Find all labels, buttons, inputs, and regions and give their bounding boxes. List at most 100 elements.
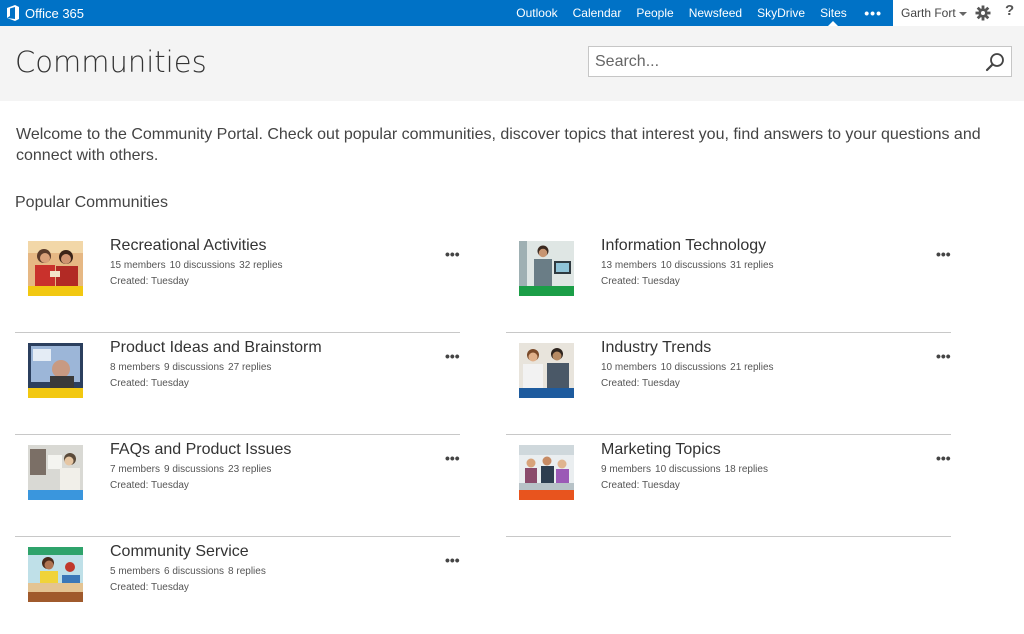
gear-icon[interactable]: [975, 5, 991, 21]
community-photo: [28, 241, 83, 286]
more-options-icon[interactable]: •••: [936, 247, 951, 261]
created-date: Created: Tuesday: [110, 480, 189, 491]
community-thumbnail[interactable]: [28, 445, 83, 500]
community-name[interactable]: Information Technology: [601, 237, 766, 255]
community-photo: [28, 445, 83, 490]
more-options-icon[interactable]: •••: [445, 247, 460, 261]
more-options-icon[interactable]: •••: [445, 451, 460, 465]
community-color-bar: [519, 388, 574, 398]
community-stats: 8 members 9 discussions 27 replies: [110, 362, 275, 373]
office365-brand[interactable]: Office 365: [6, 0, 84, 26]
discussions-count: 10 discussions: [660, 260, 727, 271]
community-stats: 13 members 10 discussions 31 replies: [601, 260, 778, 271]
community-name[interactable]: FAQs and Product Issues: [110, 441, 291, 459]
discussions-count: 9 discussions: [164, 464, 225, 475]
community-photo: [28, 343, 83, 388]
replies-count: 23 replies: [228, 464, 272, 475]
community-stats: 9 members 10 discussions 18 replies: [601, 464, 772, 475]
community-photo: [28, 547, 83, 592]
community-name[interactable]: Product Ideas and Brainstorm: [110, 339, 322, 357]
more-options-icon[interactable]: •••: [445, 553, 460, 567]
community-color-bar: [28, 490, 83, 500]
community-photo: [519, 241, 574, 286]
community-item-information-technology: Information Technology 13 members 10 disc…: [506, 232, 951, 333]
brand-label: Office 365: [25, 5, 85, 21]
replies-count: 32 replies: [239, 260, 283, 271]
discussions-count: 10 discussions: [169, 260, 236, 271]
community-photo: [519, 445, 574, 490]
community-thumbnail[interactable]: [519, 343, 574, 398]
replies-count: 8 replies: [228, 566, 266, 577]
help-icon[interactable]: ?: [1005, 2, 1014, 19]
discussions-count: 10 discussions: [660, 362, 727, 373]
created-date: Created: Tuesday: [110, 582, 189, 593]
community-item-recreational-activities: Recreational Activities 15 members 10 dis…: [15, 232, 460, 333]
discussions-count: 6 discussions: [164, 566, 225, 577]
page-header: Communities: [0, 26, 1024, 101]
nav-newsfeed[interactable]: Newsfeed: [681, 0, 749, 26]
replies-count: 31 replies: [730, 260, 774, 271]
community-color-bar: [519, 490, 574, 500]
user-area: Garth Fort ?: [893, 0, 1024, 26]
community-thumbnail[interactable]: [28, 241, 83, 296]
popular-communities-heading: Popular Communities: [15, 194, 168, 211]
created-date: Created: Tuesday: [601, 276, 680, 287]
discussions-count: 10 discussions: [655, 464, 721, 475]
members-count: 7 members: [110, 464, 161, 475]
members-count: 5 members: [110, 566, 161, 577]
community-name[interactable]: Recreational Activities: [110, 237, 267, 255]
community-color-bar: [519, 286, 574, 296]
replies-count: 18 replies: [724, 464, 768, 475]
search-icon[interactable]: [985, 52, 1005, 72]
community-stats: 7 members 9 discussions 23 replies: [110, 464, 275, 475]
community-stats: 5 members 6 discussions 8 replies: [110, 566, 270, 577]
more-options-icon[interactable]: •••: [445, 349, 460, 363]
suite-bar: Office 365 Outlook Calendar People Newsf…: [0, 0, 1024, 26]
community-thumbnail[interactable]: [28, 343, 83, 398]
created-date: Created: Tuesday: [601, 480, 680, 491]
nav-calendar[interactable]: Calendar: [565, 0, 629, 26]
community-stats: 10 members 10 discussions 21 replies: [601, 362, 778, 373]
nav-outlook[interactable]: Outlook: [509, 0, 565, 26]
discussions-count: 9 discussions: [164, 362, 225, 373]
community-stats: 15 members 10 discussions 32 replies: [110, 260, 287, 271]
more-options-icon[interactable]: •••: [936, 349, 951, 363]
more-options-icon[interactable]: •••: [936, 451, 951, 465]
replies-count: 21 replies: [730, 362, 774, 373]
members-count: 10 members: [601, 362, 657, 373]
community-thumbnail[interactable]: [519, 445, 574, 500]
community-item-community-service: Community Service 5 members 6 discussions…: [15, 538, 460, 634]
community-item-faqs: FAQs and Product Issues 7 members 9 discu…: [15, 436, 460, 537]
community-color-bar: [28, 388, 83, 398]
community-name[interactable]: Community Service: [110, 543, 249, 561]
community-item-industry-trends: Industry Trends 10 members 10 discussions…: [506, 334, 951, 435]
nav-more-icon[interactable]: •••: [854, 2, 892, 24]
search-box: [588, 46, 1012, 77]
members-count: 9 members: [601, 464, 652, 475]
community-item-product-ideas: Product Ideas and Brainstorm 8 members 9 …: [15, 334, 460, 435]
office-logo-icon: [7, 5, 19, 21]
created-date: Created: Tuesday: [110, 378, 189, 389]
top-navigation: Outlook Calendar People Newsfeed SkyDriv…: [509, 0, 892, 26]
members-count: 15 members: [110, 260, 166, 271]
community-name[interactable]: Industry Trends: [601, 339, 711, 357]
community-color-bar: [28, 286, 83, 296]
nav-skydrive[interactable]: SkyDrive: [750, 0, 813, 26]
nav-people[interactable]: People: [629, 0, 681, 26]
community-item-marketing-topics: Marketing Topics 9 members 10 discussions…: [506, 436, 951, 537]
page-title: Communities: [15, 45, 207, 79]
community-color-bar: [28, 592, 83, 602]
members-count: 8 members: [110, 362, 161, 373]
community-thumbnail[interactable]: [519, 241, 574, 296]
community-photo: [519, 343, 574, 388]
nav-sites[interactable]: Sites: [813, 0, 855, 26]
created-date: Created: Tuesday: [601, 378, 680, 389]
welcome-message: Welcome to the Community Portal. Check o…: [16, 126, 981, 164]
community-name[interactable]: Marketing Topics: [601, 441, 721, 459]
caret-down-icon: [958, 11, 967, 16]
user-menu[interactable]: Garth Fort: [901, 0, 967, 26]
community-thumbnail[interactable]: [28, 547, 83, 602]
search-input[interactable]: [589, 47, 979, 76]
members-count: 13 members: [601, 260, 657, 271]
created-date: Created: Tuesday: [110, 276, 189, 287]
